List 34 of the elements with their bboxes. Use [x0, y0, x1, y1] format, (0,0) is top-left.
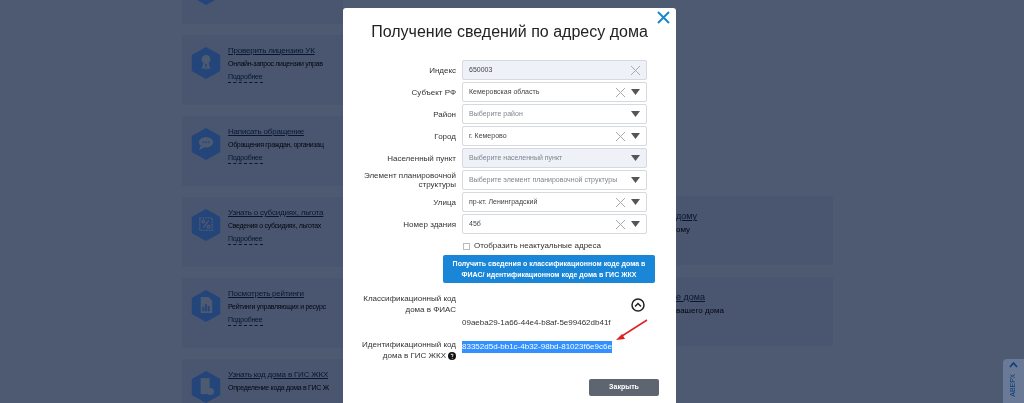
- dropdown-arrow-icon[interactable]: [631, 199, 640, 205]
- result-label: Классификационный код дома в ФИАС: [362, 293, 456, 315]
- result-label: Идентификационный код дома в ГИС ЖКХ: [361, 339, 456, 361]
- field-label: Улица: [432, 197, 456, 207]
- field-label: Район: [432, 109, 456, 119]
- award-icon: [190, 45, 222, 81]
- card-description: ому: [676, 223, 691, 236]
- field-label: Населенный пункт: [386, 153, 456, 163]
- card-title-link[interactable]: Написать обращение: [228, 126, 304, 138]
- dropdown-arrow-icon[interactable]: [631, 177, 640, 183]
- field-label: Элемент планировочной структуры: [362, 171, 456, 189]
- collapse-chevron-icon[interactable]: [631, 298, 645, 312]
- chat-icon: [190, 126, 222, 162]
- caret-up-icon: [1009, 362, 1018, 368]
- help-icon[interactable]: [448, 351, 456, 360]
- outdated-addresses-checkbox[interactable]: Отобразить неактуальные адреса: [463, 240, 676, 252]
- card-title-link[interactable]: дому: [676, 210, 698, 224]
- code-value: 83352d5d-bb1c-4b32-98bd-81023f6e9c6e: [462, 341, 612, 353]
- field-label: Индекс: [428, 65, 456, 75]
- card-title-link[interactable]: Посмотреть рейтинги: [228, 288, 304, 300]
- dropdown-arrow-icon[interactable]: [631, 89, 640, 95]
- field-label: Город: [433, 131, 456, 141]
- dialog-title: Получение сведений по адресу дома: [370, 22, 649, 42]
- chart-document-icon: [190, 288, 222, 324]
- percent-icon: [190, 207, 222, 243]
- card-description: вашего дома: [676, 304, 724, 317]
- code-value: 09aeba29-1a66-44e4-b8af-5e99462db41f: [462, 317, 611, 329]
- field-label: Номер здания: [402, 219, 456, 229]
- arrow-annotation: [614, 319, 649, 341]
- dropdown-arrow-icon[interactable]: [631, 111, 640, 117]
- dropdown-arrow-icon[interactable]: [631, 221, 640, 227]
- field-label: Субъект РФ: [410, 87, 456, 97]
- close-icon[interactable]: [657, 11, 670, 24]
- dropdown-arrow-icon[interactable]: [631, 133, 640, 139]
